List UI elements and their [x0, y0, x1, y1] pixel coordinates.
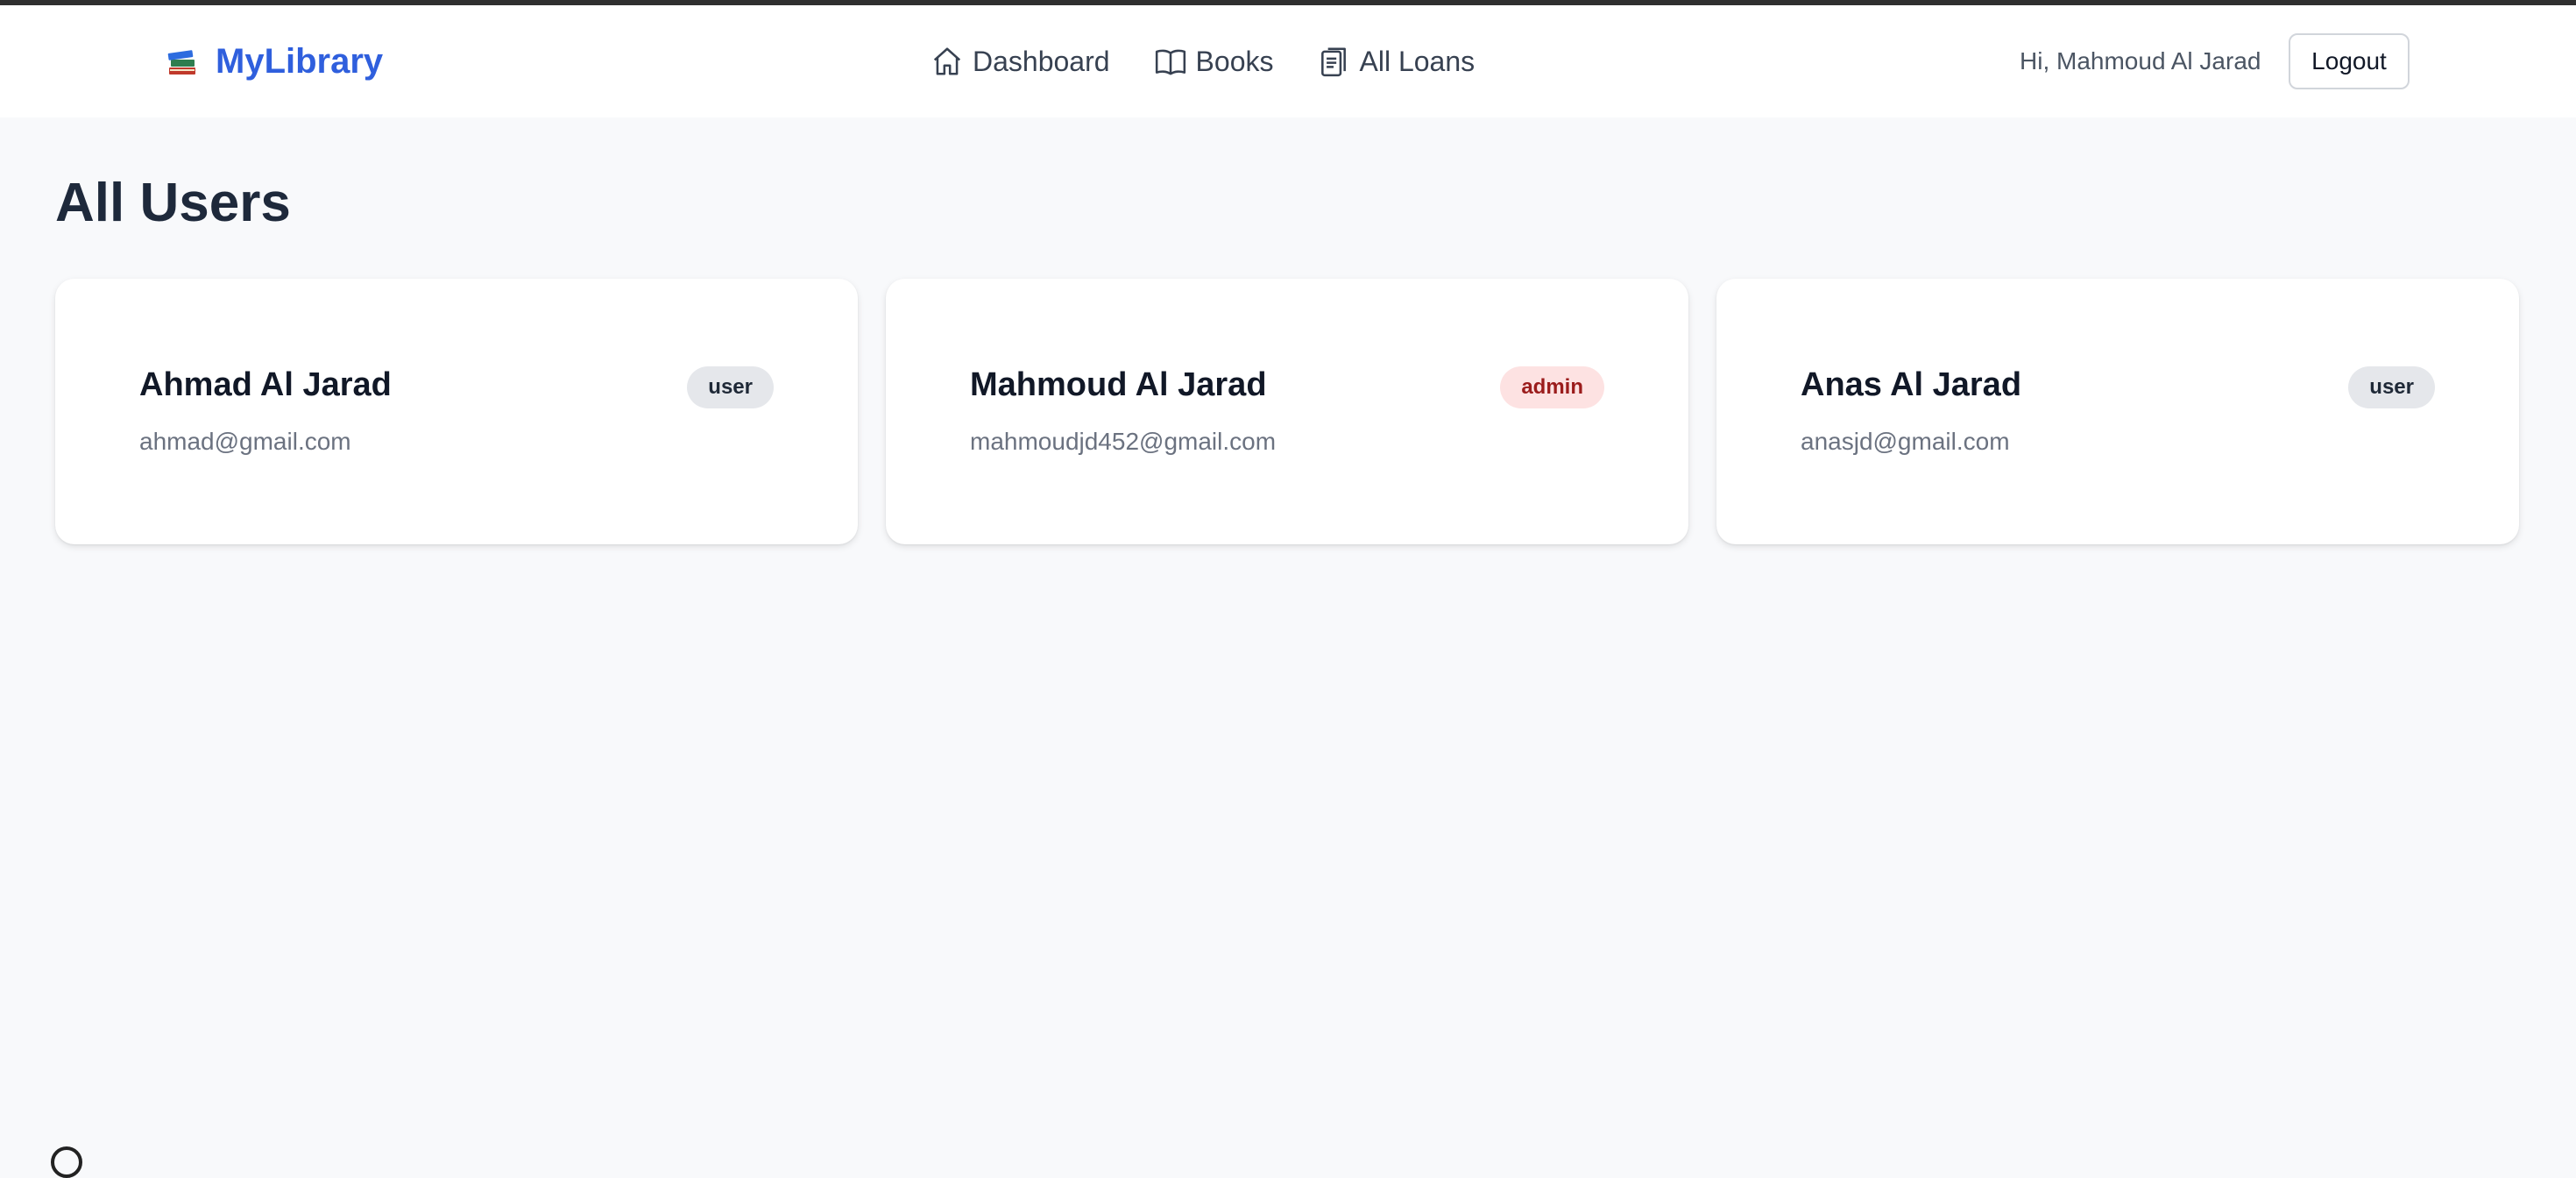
user-email: ahmad@gmail.com: [139, 428, 351, 455]
nav-books-label: Books: [1195, 45, 1274, 77]
user-email: mahmoudjd452@gmail.com: [970, 428, 1277, 455]
nav-dashboard[interactable]: Dashboard: [931, 45, 1110, 78]
user-card: Ahmad Al Jarad user ahmad@gmail.com: [55, 279, 858, 544]
nav-books[interactable]: Books: [1154, 45, 1274, 78]
user-card: Mahmoud Al Jarad admin mahmoudjd452@gmai…: [886, 279, 1688, 544]
user-name: Mahmoud Al Jarad: [970, 366, 1267, 403]
user-name: Anas Al Jarad: [1801, 366, 2022, 403]
logout-button[interactable]: Logout: [2289, 33, 2410, 89]
role-badge: user: [2348, 366, 2435, 408]
books-stack-icon: [167, 50, 195, 75]
nav-all-loans-label: All Loans: [1359, 45, 1476, 77]
user-greeting: Hi, Mahmoud Al Jarad: [2020, 47, 2261, 75]
open-book-icon: [1155, 49, 1185, 75]
user-name: Ahmad Al Jarad: [139, 366, 392, 403]
page-title: All Users: [55, 173, 291, 233]
navbar: MyLibrary Dashboard Books All Loans Hi, …: [0, 5, 2576, 117]
nav-dashboard-label: Dashboard: [973, 45, 1110, 77]
user-card: Anas Al Jarad user anasjd@gmail.com: [1716, 279, 2519, 544]
nav-all-loans[interactable]: All Loans: [1317, 45, 1475, 78]
brand-link[interactable]: MyLibrary: [165, 5, 383, 117]
role-badge: admin: [1500, 366, 1604, 408]
role-badge: user: [687, 366, 774, 408]
clipboard-icon: [1321, 47, 1347, 77]
home-icon: [933, 47, 961, 75]
users-grid: Ahmad Al Jarad user ahmad@gmail.com Mahm…: [55, 279, 2519, 544]
main-nav: Dashboard Books All Loans: [931, 5, 1518, 117]
brand-name: MyLibrary: [216, 41, 384, 81]
user-email: anasjd@gmail.com: [1801, 428, 2010, 455]
partial-circle-icon: [51, 1146, 82, 1178]
